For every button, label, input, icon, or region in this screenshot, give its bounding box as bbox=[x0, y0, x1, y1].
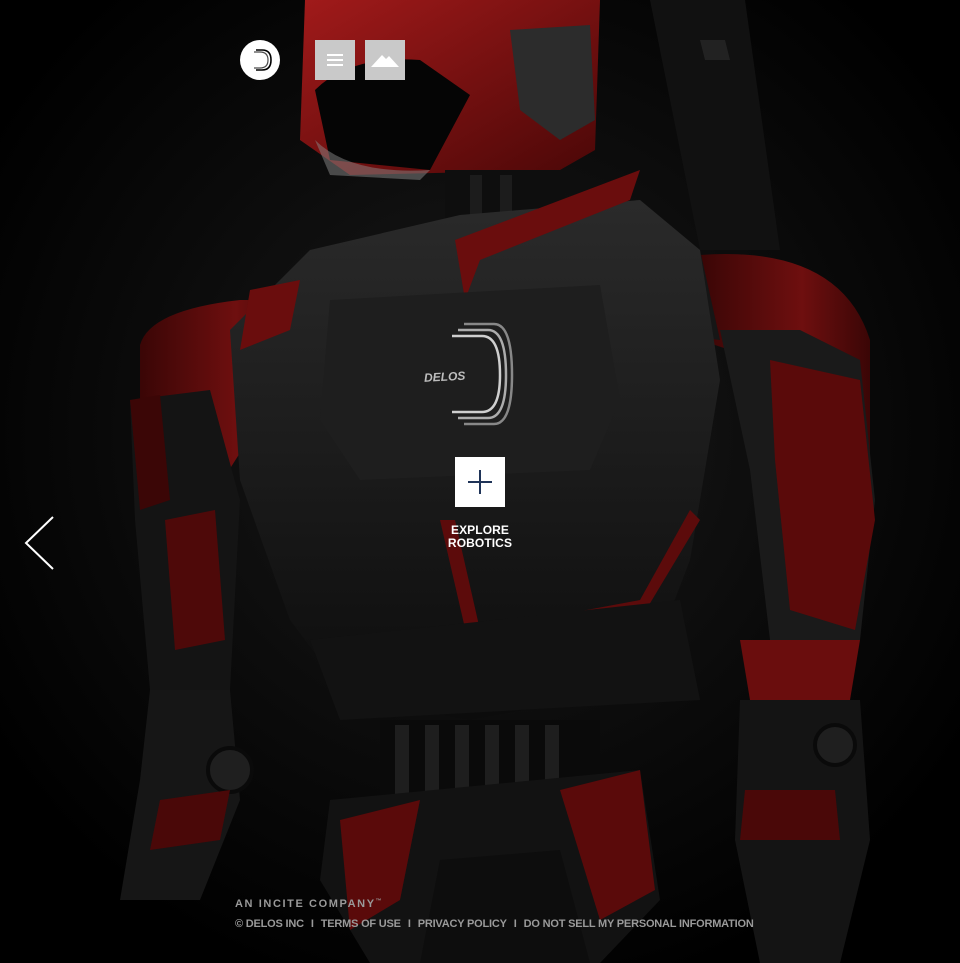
footer-separator: I bbox=[513, 918, 517, 930]
footer-separator: I bbox=[310, 918, 314, 930]
plus-icon bbox=[468, 470, 492, 494]
explore-robotics-link[interactable]: EXPLORE ROBOTICS bbox=[420, 524, 540, 550]
privacy-policy-link[interactable]: PRIVACY POLICY bbox=[418, 918, 507, 930]
previous-slide-button[interactable] bbox=[22, 515, 58, 571]
page: DELOS EXPLORE ROBOTICS AN INCITE COMPANY… bbox=[0, 0, 960, 963]
mountain-icon bbox=[371, 55, 399, 67]
tagline-trademark: ™ bbox=[375, 898, 382, 905]
tagline-text: AN INCITE COMPANY bbox=[235, 898, 376, 910]
robot-badge-text: DELOS bbox=[424, 369, 466, 385]
delos-logo-icon bbox=[240, 40, 280, 80]
terms-of-use-link[interactable]: TERMS OF USE bbox=[321, 918, 401, 930]
hamburger-menu-icon bbox=[327, 54, 343, 66]
explore-robotics-button[interactable] bbox=[455, 457, 505, 507]
footer-tagline: AN INCITE COMPANY™ bbox=[235, 898, 382, 910]
copyright-text: © DELOS INC bbox=[235, 918, 304, 930]
landscape-button[interactable] bbox=[365, 40, 405, 80]
footer-separator: I bbox=[407, 918, 411, 930]
menu-button[interactable] bbox=[315, 40, 355, 80]
footer-links: © DELOS INC I TERMS OF USE I PRIVACY POL… bbox=[235, 918, 754, 930]
do-not-sell-link[interactable]: DO NOT SELL MY PERSONAL INFORMATION bbox=[524, 918, 754, 930]
chevron-left-icon bbox=[24, 516, 54, 570]
delos-logo[interactable] bbox=[240, 40, 280, 80]
explore-label-line2: ROBOTICS bbox=[447, 536, 513, 550]
